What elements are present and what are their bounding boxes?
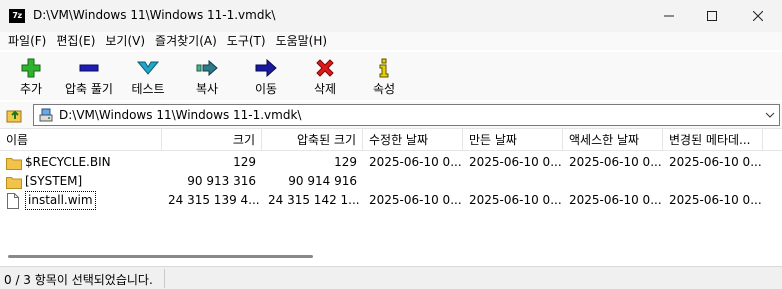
plus-icon (21, 58, 41, 78)
minimize-icon (664, 15, 674, 17)
add-label: 추가 (19, 82, 43, 96)
file-row[interactable]: install.wim 24 315 139 4... 24 315 142 1… (0, 191, 782, 210)
file-name-cell: [SYSTEM] (0, 172, 162, 191)
title-bar: 7z D:\VM\Windows 11\Windows 11-1.vmdk\ (0, 0, 782, 32)
file-name-cell: $RECYCLE.BIN (0, 153, 162, 172)
copy-label: 복사 (195, 82, 219, 96)
file-created (463, 172, 563, 191)
menu-view[interactable]: 보기(V) (101, 32, 149, 50)
copy-arrow-icon (196, 59, 218, 77)
maximize-button[interactable] (689, 0, 735, 32)
file-accessed: 2025-06-10 0... (569, 155, 662, 169)
file-icon (6, 192, 22, 209)
test-button[interactable]: 테스트 (118, 54, 178, 98)
folder-icon (6, 156, 22, 170)
extract-label: 압축 풀기 (65, 82, 113, 96)
file-changed: 2025-06-10 0... (669, 155, 762, 169)
toolbar: 추가 압축 풀기 테스트 복사 이동 삭제 속성 (0, 52, 782, 100)
menu-bar: 파일(F) 편집(E) 보기(V) 즐겨찾기(A) 도구(T) 도움말(H) (0, 32, 782, 50)
info-icon (379, 58, 389, 78)
address-dropdown[interactable] (763, 108, 777, 122)
address-row: D:\VM\Windows 11\Windows 11-1.vmdk\ (0, 102, 782, 128)
menu-file[interactable]: 파일(F) (4, 32, 50, 50)
up-folder-icon (6, 110, 22, 123)
column-accessed-header[interactable]: 액세스한 날짜 (563, 129, 663, 151)
file-modified (363, 172, 463, 191)
close-icon (753, 11, 763, 21)
app-7zip-icon: 7z (9, 9, 25, 23)
file-packed-size: 90 914 916 (288, 174, 357, 188)
column-name-header[interactable]: 이름 (0, 129, 162, 151)
extract-button[interactable]: 압축 풀기 (59, 54, 119, 98)
window-title: D:\VM\Windows 11\Windows 11-1.vmdk\ (33, 8, 276, 22)
test-label: 테스트 (131, 82, 165, 96)
minus-icon (79, 64, 99, 72)
maximize-icon (707, 11, 717, 21)
file-changed: 2025-06-10 0... (669, 193, 762, 207)
move-arrow-icon (255, 58, 277, 78)
close-button[interactable] (735, 0, 781, 32)
file-row[interactable]: $RECYCLE.BIN 129 129 2025-06-10 0... 202… (0, 153, 782, 172)
file-accessed: 2025-06-10 0... (569, 193, 662, 207)
horizontal-scrollbar[interactable] (8, 255, 313, 258)
file-size: 24 315 139 4... (168, 193, 260, 207)
file-name: install.wim (25, 191, 96, 210)
add-button[interactable]: 추가 (1, 54, 61, 98)
info-button[interactable]: 속성 (354, 54, 414, 98)
address-input[interactable]: D:\VM\Windows 11\Windows 11-1.vmdk\ (33, 104, 780, 126)
menu-help[interactable]: 도움말(H) (272, 32, 332, 50)
minimize-button[interactable] (646, 0, 692, 32)
file-modified: 2025-06-10 0... (369, 155, 462, 169)
column-header-row: 이름 크기 압축된 크기 수정한 날짜 만든 날짜 액세스한 날짜 변경된 메타… (0, 129, 782, 151)
file-name: $RECYCLE.BIN (25, 155, 111, 169)
delete-label: 삭제 (313, 82, 337, 96)
file-packed-size: 129 (334, 155, 357, 169)
file-name-cell: install.wim (0, 191, 162, 210)
info-label: 속성 (372, 82, 396, 96)
file-size: 90 913 316 (187, 174, 256, 188)
delete-button[interactable]: 삭제 (295, 54, 355, 98)
test-chevron-icon (137, 61, 159, 75)
file-row[interactable]: [SYSTEM] 90 913 316 90 914 916 (0, 172, 782, 191)
address-path: D:\VM\Windows 11\Windows 11-1.vmdk\ (59, 108, 302, 122)
file-created: 2025-06-10 0... (469, 193, 562, 207)
drive-icon (38, 107, 54, 123)
delete-x-icon (316, 59, 334, 77)
copy-button[interactable]: 복사 (177, 54, 237, 98)
menu-tools[interactable]: 도구(T) (223, 32, 270, 50)
column-packed-size-header[interactable]: 압축된 크기 (262, 129, 363, 151)
move-label: 이동 (254, 82, 278, 96)
chevron-down-icon (765, 112, 775, 118)
column-size-header[interactable]: 크기 (162, 129, 262, 151)
selection-status: 0 / 3 항목이 선택되었습니다. (4, 273, 153, 287)
file-changed (663, 172, 763, 191)
file-name: [SYSTEM] (25, 174, 83, 188)
move-button[interactable]: 이동 (236, 54, 296, 98)
column-modified-header[interactable]: 수정한 날짜 (363, 129, 463, 151)
up-folder-button[interactable] (4, 105, 26, 125)
file-list[interactable]: 이름 크기 압축된 크기 수정한 날짜 만든 날짜 액세스한 날짜 변경된 메타… (0, 128, 782, 263)
file-packed-size: 24 315 142 1... (268, 193, 360, 207)
file-modified: 2025-06-10 0... (369, 193, 462, 207)
status-bar: 0 / 3 항목이 선택되었습니다. (0, 266, 782, 289)
menu-favorites[interactable]: 즐겨찾기(A) (151, 32, 221, 50)
file-accessed (563, 172, 663, 191)
file-size: 129 (233, 155, 256, 169)
status-separator (164, 269, 165, 288)
file-created: 2025-06-10 0... (469, 155, 562, 169)
folder-icon (6, 175, 22, 189)
column-created-header[interactable]: 만든 날짜 (463, 129, 563, 151)
column-changed-header[interactable]: 변경된 메타데... (663, 129, 763, 151)
menu-edit[interactable]: 편집(E) (52, 32, 99, 50)
